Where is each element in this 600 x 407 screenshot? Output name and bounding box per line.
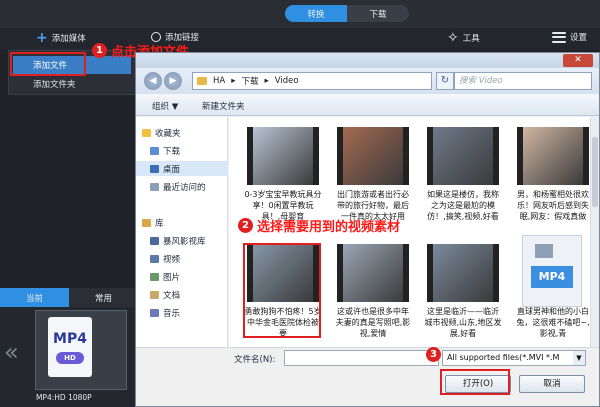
tab-common[interactable]: 常用 bbox=[69, 288, 138, 307]
chevron-down-icon: ▼ bbox=[573, 351, 585, 365]
video-thumbnail[interactable] bbox=[337, 127, 409, 185]
annotation-box-3 bbox=[440, 369, 510, 395]
annotation-step-3: 3 bbox=[426, 347, 441, 362]
file-name-label: 文件名(N): bbox=[234, 355, 276, 365]
film-icon bbox=[535, 244, 553, 258]
picture-icon bbox=[150, 272, 159, 281]
nav-item-baofeng[interactable]: 暴风影视库 bbox=[136, 233, 228, 248]
library-icon bbox=[142, 218, 151, 227]
nav-item-music[interactable]: 音乐 bbox=[136, 305, 228, 320]
thumb-scene-7 bbox=[433, 244, 493, 302]
nav-item-libraries[interactable]: 库 bbox=[136, 215, 228, 230]
search-input[interactable]: 搜索 Video bbox=[454, 72, 592, 90]
scrollbar-thumb[interactable] bbox=[592, 137, 598, 207]
navigation-pane: 收藏夹 下载 桌面 最近访问的 库 暴风影视库 视频 图片 文档 音乐 bbox=[136, 117, 228, 347]
address-bar[interactable]: HA ▸ 下载 ▸ Video bbox=[192, 72, 432, 90]
path-segment[interactable]: Video bbox=[275, 76, 299, 86]
dialog-footer: 文件名(N): All supported files(*.MVI *.M ▼ … bbox=[136, 347, 599, 406]
file-name[interactable]: 如果这是楼仿，我称之为这是最尬的模仿！,搞笑,视频,好看 bbox=[424, 189, 502, 222]
annotation-box-2 bbox=[243, 243, 321, 338]
thumb-scene-3 bbox=[433, 127, 493, 185]
thumb-scene-4 bbox=[523, 127, 583, 185]
file-name-input[interactable] bbox=[284, 350, 439, 366]
desktop-icon bbox=[150, 164, 159, 173]
tab-convert[interactable]: 转换 bbox=[285, 5, 347, 22]
path-segment[interactable]: 下载 bbox=[242, 75, 259, 87]
file-list-scrollbar[interactable] bbox=[590, 117, 599, 347]
video-library-icon bbox=[150, 236, 159, 245]
tab-download[interactable]: 下载 bbox=[347, 5, 409, 22]
thumb-scene-2 bbox=[343, 127, 403, 185]
add-folder-item[interactable]: 添加文件夹 bbox=[13, 75, 131, 93]
preset-tabs: 当前 常用 bbox=[0, 288, 138, 307]
sparkle-icon: ✧ bbox=[447, 30, 459, 46]
top-bar: 转换 下载 bbox=[0, 0, 600, 28]
file-name[interactable]: 这或许也是很多中年夫妻的真是写照吧,影视,爱情 bbox=[334, 306, 412, 339]
preset-card-mp4-hd[interactable]: MP4 HD bbox=[35, 310, 127, 390]
mode-tabs: 转换 下载 bbox=[285, 5, 409, 22]
forward-icon[interactable]: ▶ bbox=[164, 72, 182, 90]
folder-icon bbox=[197, 77, 207, 85]
thumb-scene-1 bbox=[253, 127, 313, 185]
address-row: ◀ ▶ HA ▸ 下载 ▸ Video ↻ 搜索 Video bbox=[136, 68, 599, 94]
star-icon bbox=[142, 128, 151, 137]
path-segment[interactable]: HA bbox=[213, 76, 225, 86]
organize-button[interactable]: 组织 ▼ bbox=[152, 100, 178, 112]
presets-panel: 当前 常用 « MP4 HD MP4:HD 1080P bbox=[0, 288, 138, 407]
tab-current[interactable]: 当前 bbox=[0, 288, 69, 307]
music-icon bbox=[150, 308, 159, 317]
file-name[interactable]: 这里是临沂——临沂城市视频,山东,地区发展,好看 bbox=[424, 306, 502, 339]
new-folder-button[interactable]: 新建文件夹 bbox=[202, 100, 245, 112]
video-icon bbox=[150, 254, 159, 263]
dialog-titlebar: ✕ bbox=[136, 53, 599, 68]
menu-icon bbox=[552, 31, 566, 43]
document-icon bbox=[150, 290, 159, 299]
mp4-file-item[interactable]: MP4 bbox=[522, 235, 582, 307]
chevron-left-icon[interactable]: « bbox=[4, 338, 19, 366]
download-icon bbox=[150, 146, 159, 155]
video-thumbnail[interactable] bbox=[427, 127, 499, 185]
nav-item-pictures[interactable]: 图片 bbox=[136, 269, 228, 284]
annotation-box-1 bbox=[10, 52, 86, 76]
file-type-select[interactable]: All supported files(*.MVI *.M ▼ bbox=[442, 350, 586, 366]
nav-item-downloads[interactable]: 下载 bbox=[136, 143, 228, 158]
command-bar: 组织 ▼ 新建文件夹 bbox=[136, 94, 599, 116]
toolbar: + 添加媒体 添加链接 ✧ 工具 设置 bbox=[0, 28, 600, 50]
file-name[interactable]: 直球男神和他的小白兔，这很难不磕吧~,影视,青 bbox=[514, 306, 592, 339]
nav-item-recent[interactable]: 最近访问的 bbox=[136, 179, 228, 194]
nav-item-desktop[interactable]: 桌面 bbox=[136, 161, 228, 176]
plus-icon: + bbox=[36, 30, 48, 46]
settings-button[interactable]: 设置 bbox=[552, 31, 587, 43]
video-thumbnail[interactable] bbox=[337, 244, 409, 302]
nav-item-favorites[interactable]: 收藏夹 bbox=[136, 125, 228, 140]
refresh-icon[interactable]: ↻ bbox=[436, 72, 454, 90]
video-thumbnail[interactable] bbox=[247, 127, 319, 185]
close-button[interactable]: ✕ bbox=[563, 54, 593, 67]
preset-label: MP4:HD 1080P bbox=[36, 393, 92, 402]
file-name[interactable]: 男，和杨蜜相处很欢乐！网友听后感到失眠,网友：假戏真做 bbox=[514, 189, 592, 222]
video-thumbnail[interactable] bbox=[427, 244, 499, 302]
nav-item-documents[interactable]: 文档 bbox=[136, 287, 228, 302]
back-icon[interactable]: ◀ bbox=[144, 72, 162, 90]
annotation-step-2: 2 选择需要用到的视频素材 bbox=[238, 216, 400, 235]
mp4-file-icon: MP4 HD bbox=[48, 317, 92, 377]
video-thumbnail[interactable] bbox=[517, 127, 589, 185]
cancel-button[interactable]: 取消 bbox=[519, 375, 585, 393]
thumb-scene-6 bbox=[343, 244, 403, 302]
tools-button[interactable]: ✧ 工具 bbox=[447, 31, 480, 45]
add-media-button[interactable]: + 添加媒体 bbox=[36, 31, 86, 45]
nav-item-videos[interactable]: 视频 bbox=[136, 251, 228, 266]
recent-icon bbox=[150, 182, 159, 191]
